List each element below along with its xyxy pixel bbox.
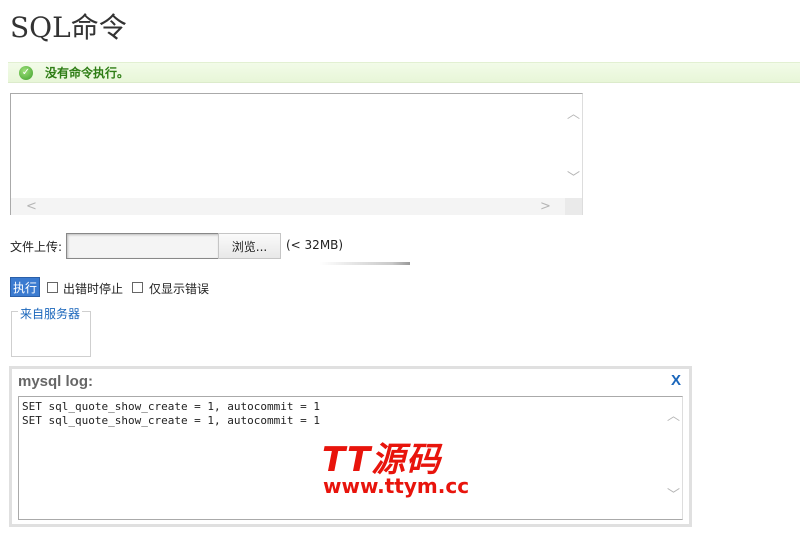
scrollbar-corner xyxy=(565,198,582,215)
check-circle-icon: ✓ xyxy=(19,65,33,80)
status-message-bar: ✓ 没有命令执行。 xyxy=(8,62,800,83)
file-path-field[interactable] xyxy=(66,233,218,259)
divider xyxy=(320,262,410,265)
scroll-right-icon[interactable]: > xyxy=(539,200,552,213)
log-title: mysql log: xyxy=(18,373,94,390)
sql-query-editor: ︿ ﹀ < > xyxy=(10,93,583,215)
browse-button[interactable]: 浏览... xyxy=(218,233,281,259)
editor-horizontal-scrollbar[interactable]: < > xyxy=(11,198,566,215)
editor-vertical-scrollbar[interactable]: ︿ ﹀ xyxy=(565,94,582,198)
log-lines: SET sql_quote_show_create = 1, autocommi… xyxy=(22,400,321,427)
stop-on-error-label[interactable]: 出错时停止 xyxy=(63,280,123,297)
page-title: SQL命令 xyxy=(10,11,127,44)
scroll-left-icon[interactable]: < xyxy=(25,200,38,213)
upload-size-limit: (< 32MB) xyxy=(286,238,344,252)
from-server-legend: 来自服务器 xyxy=(18,305,83,322)
stop-on-error-checkbox[interactable] xyxy=(47,282,58,293)
scroll-down-icon[interactable]: ﹀ xyxy=(667,489,680,502)
log-vertical-scrollbar[interactable]: ︿ ﹀ xyxy=(665,397,682,519)
scroll-up-icon[interactable]: ︿ xyxy=(667,410,680,423)
show-only-errors-label[interactable]: 仅显示错误 xyxy=(149,280,209,297)
sql-query-input[interactable] xyxy=(11,94,566,198)
scroll-up-icon[interactable]: ︿ xyxy=(567,108,580,121)
scroll-down-icon[interactable]: ﹀ xyxy=(567,172,580,185)
watermark-url: www.ttym.cc xyxy=(323,474,470,498)
show-only-errors-checkbox[interactable] xyxy=(132,282,143,293)
execute-button[interactable]: 执行 xyxy=(10,277,40,297)
close-icon[interactable]: X xyxy=(671,372,681,389)
status-message-text: 没有命令执行。 xyxy=(45,66,130,80)
file-upload-label: 文件上传: xyxy=(10,240,63,254)
